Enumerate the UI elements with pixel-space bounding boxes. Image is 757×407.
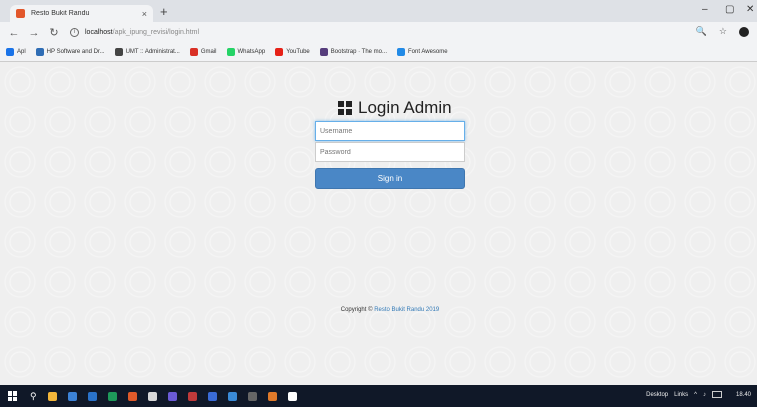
taskbar-app-icon[interactable] (107, 391, 117, 401)
signin-button[interactable]: Sign in (315, 168, 465, 189)
bookmark-icon (6, 48, 14, 56)
back-icon[interactable]: ← (8, 27, 20, 39)
copyright-text: Copyright © Resto Bukit Randu 2019 (0, 307, 757, 313)
bookmark-label: UMT :: Administrat... (125, 49, 180, 55)
bookmark-icon (35, 48, 44, 56)
taskbar-app-icon[interactable] (87, 391, 97, 401)
bookmark-label: Bootstrap · The mo... (330, 49, 388, 55)
bookmark-icon (397, 48, 406, 56)
tray-desktop-label[interactable]: Desktop (646, 392, 668, 398)
browser-tabstrip: Resto Bukit Randu × + – ▢ ✕ (0, 0, 757, 22)
bookmark-icon (114, 48, 123, 56)
bookmark-label: Gmail (200, 49, 217, 55)
bookmark-icon (189, 48, 198, 56)
minimize-icon[interactable]: – (702, 4, 708, 15)
taskbar-app-icon[interactable] (47, 391, 57, 401)
browser-toolbar: ← → ↻ i localhost/apk_ipung_revisi/login… (0, 22, 757, 43)
bookmark-item[interactable]: Apl (6, 48, 26, 56)
bookmark-label: Apl (17, 49, 26, 55)
profile-avatar[interactable] (739, 26, 749, 37)
bookmark-icon (226, 48, 235, 56)
zoom-icon[interactable]: 🔍 (696, 26, 707, 37)
taskbar-app-icon[interactable] (187, 391, 197, 401)
bookmark-item[interactable]: WhatsApp (226, 48, 266, 56)
th-large-icon (338, 101, 352, 115)
volume-icon[interactable]: ♪ (703, 392, 706, 398)
reload-icon[interactable]: ↻ (48, 26, 60, 39)
search-icon[interactable]: ⚲ (30, 391, 37, 402)
taskbar-app-icon[interactable] (167, 391, 177, 401)
bookmark-label: HP Software and Dr... (46, 49, 105, 55)
copyright-prefix: Copyright © (340, 307, 375, 313)
chevron-up-icon[interactable]: ^ (694, 392, 697, 398)
bookmark-icon (275, 48, 284, 56)
tray-links-label[interactable]: Links (674, 392, 688, 398)
taskbar-app-icon[interactable] (247, 391, 257, 401)
favicon-icon (16, 9, 25, 18)
password-input[interactable] (315, 142, 465, 162)
bookmark-label: YouTube (286, 49, 310, 55)
window-close-icon[interactable]: ✕ (746, 4, 754, 15)
taskbar-app-icon[interactable] (267, 391, 277, 401)
bookmark-icon (319, 48, 328, 56)
maximize-icon[interactable]: ▢ (725, 4, 734, 15)
url-path: /apk_ipung_revisi/login.html (112, 29, 200, 36)
taskbar-app-icon[interactable] (67, 391, 77, 401)
info-icon[interactable]: i (70, 28, 79, 37)
page-content: Login Admin Sign in Copyright © Resto Bu… (0, 62, 757, 385)
bookmark-item[interactable]: YouTube (275, 48, 310, 56)
copyright-link[interactable]: Resto Bukit Randu 2019 (374, 307, 439, 313)
page-title: Login Admin (358, 98, 452, 117)
bookmark-item[interactable]: UMT :: Administrat... (114, 48, 180, 56)
forward-icon[interactable]: → (28, 27, 40, 39)
keyboard-icon[interactable] (711, 391, 722, 398)
windows-start-icon[interactable] (8, 391, 18, 401)
browser-tab[interactable]: Resto Bukit Randu × (10, 5, 153, 22)
taskbar-app-icon[interactable] (147, 391, 157, 401)
clock: 18.40 (735, 391, 751, 398)
taskbar-app-icon[interactable] (207, 391, 217, 401)
system-tray: Desktop Links ^ ♪ 18.40 (646, 391, 751, 398)
bookmark-label: WhatsApp (237, 49, 266, 55)
star-icon[interactable]: ☆ (719, 26, 727, 37)
bookmarks-bar: Apl HP Software and Dr... UMT :: Administr… (0, 43, 757, 62)
bookmark-item[interactable]: Font Awesome (397, 48, 448, 56)
taskbar: ⚲ Desktop Links ^ ♪ 18.40 (0, 385, 757, 407)
bookmark-label: Font Awesome (408, 49, 448, 55)
bookmark-item[interactable]: Bootstrap · The mo... (319, 48, 388, 56)
username-input[interactable] (315, 121, 465, 141)
taskbar-app-icon[interactable] (127, 391, 137, 401)
close-icon[interactable]: × (142, 9, 147, 19)
bookmark-item[interactable]: HP Software and Dr... (35, 48, 105, 56)
login-heading: Login Admin (338, 98, 452, 118)
url-host: localhost (85, 29, 113, 36)
tab-title: Resto Bukit Randu (31, 10, 90, 17)
taskbar-app-icon[interactable] (227, 391, 237, 401)
new-tab-button[interactable]: + (160, 5, 168, 18)
address-bar[interactable]: localhost/apk_ipung_revisi/login.html (85, 29, 199, 36)
taskbar-app-icon[interactable] (287, 391, 297, 401)
bookmark-item[interactable]: Gmail (189, 48, 217, 56)
